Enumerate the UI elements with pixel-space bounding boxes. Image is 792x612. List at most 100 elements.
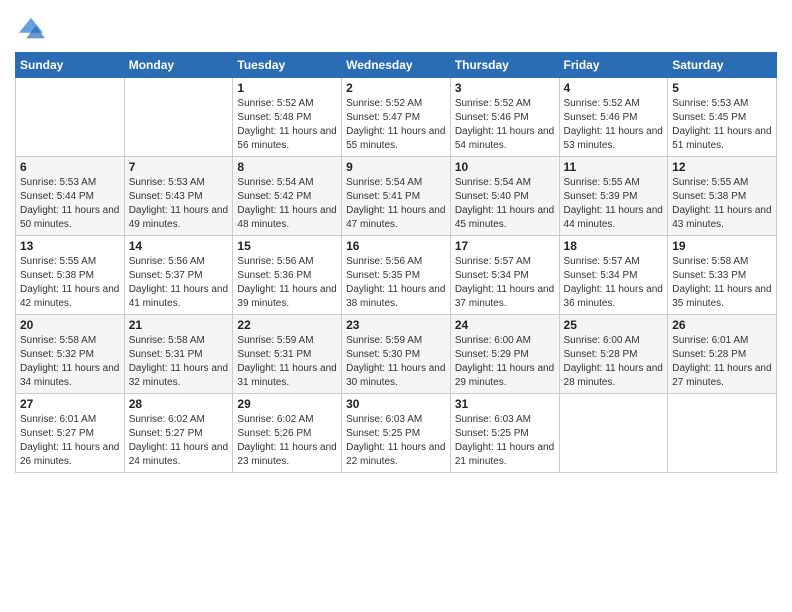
day-info: Sunrise: 6:03 AMSunset: 5:25 PMDaylight:… <box>346 413 446 469</box>
day-number: 4 <box>564 81 664 95</box>
weekday-header-wednesday: Wednesday <box>342 53 451 78</box>
day-cell: 11 Sunrise: 5:55 AMSunset: 5:39 PMDayligh… <box>559 157 668 236</box>
week-row-5: 27 Sunrise: 6:01 AMSunset: 5:27 PMDayligh… <box>16 394 777 473</box>
day-cell: 29Sunrise: 6:02 AMSunset: 5:26 PMDayligh… <box>233 394 342 473</box>
day-cell: 14 Sunrise: 5:56 AMSunset: 5:37 PMDayligh… <box>124 236 233 315</box>
day-number: 29 <box>237 397 337 411</box>
day-number: 11 <box>564 160 664 174</box>
day-number: 28 <box>129 397 229 411</box>
day-cell: 28 Sunrise: 6:02 AMSunset: 5:27 PMDayligh… <box>124 394 233 473</box>
day-cell: 24Sunrise: 6:00 AMSunset: 5:29 PMDayligh… <box>450 315 559 394</box>
day-number: 3 <box>455 81 555 95</box>
day-number: 16 <box>346 239 446 253</box>
day-cell: 15 Sunrise: 5:56 AMSunset: 5:36 PMDayligh… <box>233 236 342 315</box>
day-number: 9 <box>346 160 446 174</box>
calendar-table: SundayMondayTuesdayWednesdayThursdayFrid… <box>15 52 777 473</box>
day-cell: 20 Sunrise: 5:58 AMSunset: 5:32 PMDayligh… <box>16 315 125 394</box>
day-cell <box>16 78 125 157</box>
day-number: 10 <box>455 160 555 174</box>
day-number: 30 <box>346 397 446 411</box>
day-number: 23 <box>346 318 446 332</box>
day-number: 25 <box>564 318 664 332</box>
weekday-header-monday: Monday <box>124 53 233 78</box>
day-number: 26 <box>672 318 772 332</box>
day-info: Sunrise: 5:55 AMSunset: 5:39 PMDaylight:… <box>564 176 664 232</box>
day-cell: 4 Sunrise: 5:52 AMSunset: 5:46 PMDaylight… <box>559 78 668 157</box>
day-info: Sunrise: 5:53 AMSunset: 5:43 PMDaylight:… <box>129 176 229 232</box>
day-info: Sunrise: 5:52 AMSunset: 5:47 PMDaylight:… <box>346 97 446 153</box>
day-info: Sunrise: 6:02 AMSunset: 5:27 PMDaylight:… <box>129 413 229 469</box>
day-cell <box>559 394 668 473</box>
day-number: 13 <box>20 239 120 253</box>
day-number: 15 <box>237 239 337 253</box>
day-number: 2 <box>346 81 446 95</box>
day-number: 12 <box>672 160 772 174</box>
day-info: Sunrise: 6:00 AMSunset: 5:29 PMDaylight:… <box>455 334 555 390</box>
day-info: Sunrise: 5:59 AMSunset: 5:31 PMDaylight:… <box>237 334 337 390</box>
day-info: Sunrise: 5:53 AMSunset: 5:45 PMDaylight:… <box>672 97 772 153</box>
day-cell: 17Sunrise: 5:57 AMSunset: 5:34 PMDayligh… <box>450 236 559 315</box>
weekday-header-row: SundayMondayTuesdayWednesdayThursdayFrid… <box>16 53 777 78</box>
logo-icon <box>17 16 45 44</box>
day-info: Sunrise: 5:55 AMSunset: 5:38 PMDaylight:… <box>672 176 772 232</box>
day-cell: 30 Sunrise: 6:03 AMSunset: 5:25 PMDayligh… <box>342 394 451 473</box>
day-info: Sunrise: 5:58 AMSunset: 5:31 PMDaylight:… <box>129 334 229 390</box>
day-info: Sunrise: 5:56 AMSunset: 5:35 PMDaylight:… <box>346 255 446 311</box>
day-number: 8 <box>237 160 337 174</box>
day-info: Sunrise: 5:56 AMSunset: 5:36 PMDaylight:… <box>237 255 337 311</box>
day-cell: 19 Sunrise: 5:58 AMSunset: 5:33 PMDayligh… <box>668 236 777 315</box>
day-cell: 13Sunrise: 5:55 AMSunset: 5:38 PMDayligh… <box>16 236 125 315</box>
day-number: 31 <box>455 397 555 411</box>
day-info: Sunrise: 5:58 AMSunset: 5:32 PMDaylight:… <box>20 334 120 390</box>
day-number: 1 <box>237 81 337 95</box>
day-cell: 18Sunrise: 5:57 AMSunset: 5:34 PMDayligh… <box>559 236 668 315</box>
day-cell <box>668 394 777 473</box>
day-cell: 1Sunrise: 5:52 AMSunset: 5:48 PMDaylight… <box>233 78 342 157</box>
week-row-3: 13Sunrise: 5:55 AMSunset: 5:38 PMDayligh… <box>16 236 777 315</box>
weekday-header-tuesday: Tuesday <box>233 53 342 78</box>
day-cell: 23Sunrise: 5:59 AMSunset: 5:30 PMDayligh… <box>342 315 451 394</box>
calendar-page: SundayMondayTuesdayWednesdayThursdayFrid… <box>0 0 792 612</box>
weekday-header-thursday: Thursday <box>450 53 559 78</box>
day-number: 21 <box>129 318 229 332</box>
logo <box>15 16 45 44</box>
day-number: 6 <box>20 160 120 174</box>
day-cell: 22 Sunrise: 5:59 AMSunset: 5:31 PMDayligh… <box>233 315 342 394</box>
day-info: Sunrise: 5:54 AMSunset: 5:41 PMDaylight:… <box>346 176 446 232</box>
day-info: Sunrise: 6:01 AMSunset: 5:27 PMDaylight:… <box>20 413 120 469</box>
week-row-2: 6 Sunrise: 5:53 AMSunset: 5:44 PMDaylight… <box>16 157 777 236</box>
day-info: Sunrise: 5:52 AMSunset: 5:46 PMDaylight:… <box>455 97 555 153</box>
day-number: 22 <box>237 318 337 332</box>
day-number: 27 <box>20 397 120 411</box>
day-cell <box>124 78 233 157</box>
day-cell: 8 Sunrise: 5:54 AMSunset: 5:42 PMDaylight… <box>233 157 342 236</box>
weekday-header-sunday: Sunday <box>16 53 125 78</box>
weekday-header-saturday: Saturday <box>668 53 777 78</box>
day-cell: 3 Sunrise: 5:52 AMSunset: 5:46 PMDaylight… <box>450 78 559 157</box>
day-info: Sunrise: 5:56 AMSunset: 5:37 PMDaylight:… <box>129 255 229 311</box>
day-number: 5 <box>672 81 772 95</box>
day-cell: 31 Sunrise: 6:03 AMSunset: 5:25 PMDayligh… <box>450 394 559 473</box>
day-cell: 7 Sunrise: 5:53 AMSunset: 5:43 PMDaylight… <box>124 157 233 236</box>
day-cell: 6 Sunrise: 5:53 AMSunset: 5:44 PMDaylight… <box>16 157 125 236</box>
day-info: Sunrise: 6:00 AMSunset: 5:28 PMDaylight:… <box>564 334 664 390</box>
day-cell: 2 Sunrise: 5:52 AMSunset: 5:47 PMDaylight… <box>342 78 451 157</box>
day-info: Sunrise: 6:03 AMSunset: 5:25 PMDaylight:… <box>455 413 555 469</box>
day-info: Sunrise: 5:53 AMSunset: 5:44 PMDaylight:… <box>20 176 120 232</box>
day-number: 19 <box>672 239 772 253</box>
day-cell: 10 Sunrise: 5:54 AMSunset: 5:40 PMDayligh… <box>450 157 559 236</box>
day-cell: 16 Sunrise: 5:56 AMSunset: 5:35 PMDayligh… <box>342 236 451 315</box>
week-row-4: 20 Sunrise: 5:58 AMSunset: 5:32 PMDayligh… <box>16 315 777 394</box>
day-info: Sunrise: 5:54 AMSunset: 5:42 PMDaylight:… <box>237 176 337 232</box>
day-cell: 9 Sunrise: 5:54 AMSunset: 5:41 PMDaylight… <box>342 157 451 236</box>
day-info: Sunrise: 5:57 AMSunset: 5:34 PMDaylight:… <box>564 255 664 311</box>
day-number: 7 <box>129 160 229 174</box>
day-cell: 26Sunrise: 6:01 AMSunset: 5:28 PMDayligh… <box>668 315 777 394</box>
day-info: Sunrise: 5:58 AMSunset: 5:33 PMDaylight:… <box>672 255 772 311</box>
day-cell: 21 Sunrise: 5:58 AMSunset: 5:31 PMDayligh… <box>124 315 233 394</box>
day-info: Sunrise: 5:52 AMSunset: 5:46 PMDaylight:… <box>564 97 664 153</box>
day-number: 14 <box>129 239 229 253</box>
day-number: 20 <box>20 318 120 332</box>
day-cell: 5 Sunrise: 5:53 AMSunset: 5:45 PMDaylight… <box>668 78 777 157</box>
day-info: Sunrise: 5:54 AMSunset: 5:40 PMDaylight:… <box>455 176 555 232</box>
